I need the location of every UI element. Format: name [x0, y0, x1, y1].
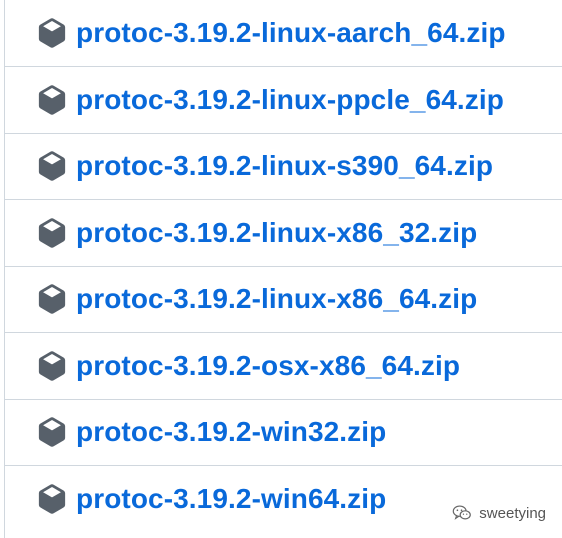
- asset-download-link[interactable]: protoc-3.19.2-linux-x86_64.zip: [76, 283, 477, 315]
- asset-download-link[interactable]: protoc-3.19.2-linux-aarch_64.zip: [76, 17, 506, 49]
- asset-download-link[interactable]: protoc-3.19.2-linux-x86_32.zip: [76, 217, 477, 249]
- asset-row: protoc-3.19.2-win32.zip: [5, 400, 562, 466]
- package-icon: [36, 217, 68, 249]
- asset-row: protoc-3.19.2-linux-x86_64.zip: [5, 267, 562, 333]
- asset-row: protoc-3.19.2-linux-x86_32.zip: [5, 200, 562, 267]
- watermark: sweetying: [451, 502, 546, 524]
- asset-download-link[interactable]: protoc-3.19.2-linux-s390_64.zip: [76, 150, 493, 182]
- watermark-text: sweetying: [479, 504, 546, 522]
- asset-row: protoc-3.19.2-osx-x86_64.zip: [5, 333, 562, 400]
- package-icon: [36, 416, 68, 448]
- asset-row: protoc-3.19.2-linux-s390_64.zip: [5, 134, 562, 200]
- asset-download-link[interactable]: protoc-3.19.2-osx-x86_64.zip: [76, 350, 460, 382]
- asset-download-link[interactable]: protoc-3.19.2-win64.zip: [76, 483, 386, 515]
- package-icon: [36, 84, 68, 116]
- package-icon: [36, 350, 68, 382]
- asset-download-link[interactable]: protoc-3.19.2-linux-ppcle_64.zip: [76, 84, 504, 116]
- wechat-icon: [451, 502, 473, 524]
- package-icon: [36, 483, 68, 515]
- package-icon: [36, 17, 68, 49]
- release-assets-list: protoc-3.19.2-linux-aarch_64.zip protoc-…: [4, 0, 562, 538]
- asset-row: protoc-3.19.2-linux-ppcle_64.zip: [5, 67, 562, 134]
- package-icon: [36, 283, 68, 315]
- package-icon: [36, 150, 68, 182]
- asset-download-link[interactable]: protoc-3.19.2-win32.zip: [76, 416, 386, 448]
- asset-row: protoc-3.19.2-linux-aarch_64.zip: [5, 0, 562, 67]
